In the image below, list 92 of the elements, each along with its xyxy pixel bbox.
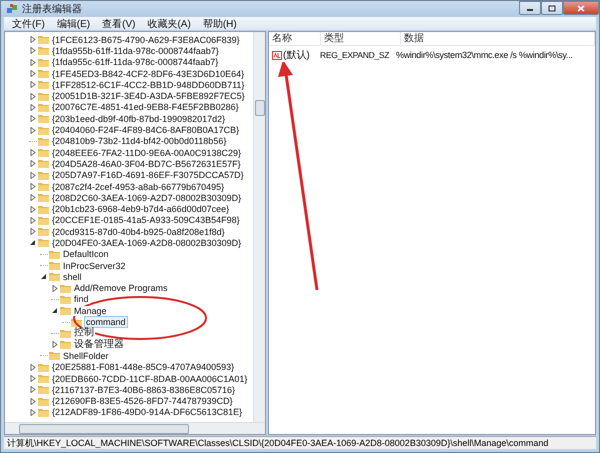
collapse-arrow-icon[interactable] <box>30 239 36 246</box>
tree-item[interactable]: {20051D1B-321F-3E4D-A3DA-5FBE892F7EC5} <box>51 91 246 102</box>
tree-item[interactable]: {20E25881-F081-448e-85C9-4707A9400593} <box>51 362 236 372</box>
tree-item[interactable]: {20404060-F24F-4F89-84C6-8AF80B0A17CB} <box>51 125 240 136</box>
folder-icon <box>38 46 49 56</box>
folder-icon <box>38 159 49 168</box>
string-value-icon <box>272 50 282 60</box>
vertical-scrollbar[interactable] <box>253 32 265 422</box>
tree-item[interactable]: InProcServer32 <box>62 260 127 271</box>
minimize-button[interactable] <box>519 1 541 15</box>
close-icon <box>577 4 585 12</box>
folder-icon <box>49 272 60 282</box>
tree-item[interactable]: {2087c2f4-2cef-4953-a8ab-66779b670495} <box>51 182 226 192</box>
tree-item[interactable]: 设备管理器 <box>73 340 125 350</box>
registry-cubes-icon <box>6 3 18 15</box>
folder-icon <box>60 306 71 316</box>
folder-icon <box>38 385 49 394</box>
folder-icon <box>38 182 49 191</box>
tree-item[interactable]: {20CCEF1E-0185-41a5-A933-509C43B54F98} <box>51 215 241 226</box>
folder-icon <box>38 136 49 146</box>
tree-item[interactable]: {1fda955c-61ff-11da-978c-0008744faab7} <box>51 57 220 68</box>
folder-icon <box>49 261 60 270</box>
tree-item[interactable]: {1fda955b-61ff-11da-978c-0008744faab7} <box>51 46 220 56</box>
maximize-button[interactable] <box>541 1 563 15</box>
tree-item[interactable]: ShellFolder <box>62 350 110 361</box>
collapse-arrow-icon[interactable] <box>52 307 58 314</box>
menu-item[interactable]: 查看(V) <box>96 16 142 30</box>
folder-icon <box>38 227 49 236</box>
tree-item[interactable]: {1FF28512-6C1F-4CC2-BB1D-948DD60DB711} <box>51 80 246 90</box>
menu-item[interactable]: 编辑(E) <box>50 16 96 30</box>
folder-icon <box>38 204 49 214</box>
folder-icon <box>38 238 49 248</box>
tree-item[interactable]: {1FE45ED3-B842-4CF2-8DF6-43E3D6D10E64} <box>51 68 246 79</box>
tree-item[interactable]: {205D7A97-F16D-4691-86EF-F3075DCCA57D} <box>51 170 245 180</box>
expand-arrow-icon[interactable] <box>52 284 58 292</box>
menu-item[interactable]: 帮助(H) <box>196 16 243 30</box>
menu-item[interactable]: 文件(F) <box>6 16 51 30</box>
tree-item[interactable]: {20EDB660-7CDD-11CF-8DAB-00AA006C1A01} <box>51 374 248 384</box>
folder-icon <box>38 374 49 384</box>
column-header[interactable]: 类型 <box>321 32 401 45</box>
tree-item[interactable]: {204D5A28-46A0-3F04-BD7C-B5672631E57F} <box>51 158 242 169</box>
tree-item[interactable]: {212ADF89-1F86-49D0-914A-DF6C5613C81E} <box>51 407 244 418</box>
column-header[interactable]: 名称 <box>269 32 321 45</box>
tree-item[interactable]: {20076C7E-4851-41ed-9EB8-F4E5F2BB0286} <box>51 102 240 112</box>
tree-item[interactable]: {20cd9315-87d0-40b4-b925-0a8f208e1f8d} <box>51 226 226 237</box>
maximize-icon <box>548 4 556 12</box>
menu-item[interactable]: 收藏夹(A) <box>141 16 197 30</box>
folder-icon <box>38 69 49 78</box>
tree-item[interactable]: {203b1eed-db9f-40fb-87bd-1990982017d2} <box>51 114 226 124</box>
tree-item[interactable]: {208D2C60-3AEA-1069-A2D7-08002B30309D} <box>51 192 242 203</box>
expand-arrow-icon[interactable] <box>52 341 58 348</box>
close-button[interactable] <box>563 1 599 15</box>
tree-item[interactable]: 控制 <box>73 328 95 338</box>
tree-item[interactable]: Add/Remove Programs <box>73 283 169 294</box>
tree-item[interactable]: {1FCE6123-B675-4790-A629-F3E8AC06F839} <box>51 34 241 45</box>
folder-icon <box>49 250 60 259</box>
folder-icon <box>60 294 71 304</box>
folder-icon <box>38 114 49 124</box>
folder-icon <box>49 351 60 360</box>
folder-icon <box>38 126 49 135</box>
folder-icon <box>38 408 49 417</box>
folder-icon <box>38 102 49 112</box>
folder-icon <box>60 284 71 293</box>
folder-icon <box>38 92 49 101</box>
tree-item[interactable]: {20D04FE0-3AEA-1069-A2D8-08002B30309D} <box>51 238 242 248</box>
folder-icon <box>38 148 49 158</box>
tree-item[interactable]: find <box>73 294 90 304</box>
table-cell: %windir%\system32\mmc.exe /s %windir%\sy... <box>393 50 572 60</box>
tree-item[interactable]: Manage <box>73 306 108 316</box>
table-cell[interactable]: (默认) <box>283 48 310 62</box>
tree-item[interactable]: {21167137-B7E3-40B6-8863-8386E8C05716} <box>51 384 236 395</box>
horizontal-scrollbar[interactable] <box>5 422 265 434</box>
tree-item[interactable]: {212690FB-83E5-4526-8FD7-744787939CD} <box>51 396 234 406</box>
tree-item[interactable]: {20b1cb23-6968-4eb9-b7d4-a66d00d07cee} <box>51 204 230 214</box>
folder-icon <box>60 328 71 338</box>
tree-item[interactable]: {2048EEE6-7FA2-11D0-9E6A-00A0C9138C29} <box>51 148 242 158</box>
collapse-arrow-icon[interactable] <box>41 273 47 280</box>
folder-icon <box>38 193 49 202</box>
folder-icon <box>38 216 49 225</box>
status-bar: 计算机\HKEY_LOCAL_MACHINE\SOFTWARE\Classes\CLSID\{20D04FE0-3AEA-1069-A2D8-08002B30309D}\shell\Manage\command <box>4 436 596 449</box>
tree-item[interactable]: {204810b9-73b2-11d4-bf42-00b0d0118b56} <box>51 136 228 146</box>
tree-item[interactable]: shell <box>62 272 83 282</box>
folder-icon <box>38 396 49 406</box>
folder-icon <box>38 58 49 67</box>
folder-icon <box>38 80 49 90</box>
folder-icon <box>60 340 71 350</box>
tree-item[interactable]: DefaultIcon <box>62 249 110 260</box>
folder-icon <box>38 170 49 180</box>
column-header[interactable]: 数据 <box>401 32 595 45</box>
window-title: 注册表编辑器 <box>22 2 83 16</box>
folder-icon <box>38 362 49 372</box>
folder-icon <box>38 35 49 44</box>
